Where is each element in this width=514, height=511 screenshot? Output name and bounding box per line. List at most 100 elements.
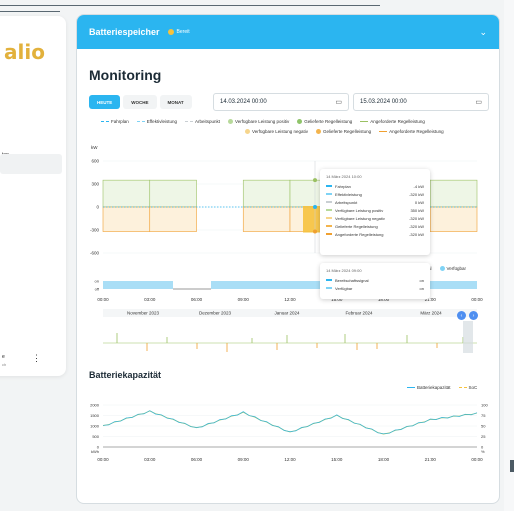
- legend-item[interactable]: Angeforderte Regelleistung: [360, 119, 425, 124]
- tooltip-label: Verfügbare Leistung negativ: [335, 215, 385, 221]
- tooltip-time: 14 März 2024 10:00: [326, 174, 362, 179]
- tooltip-value: -320 kW: [409, 191, 424, 197]
- legend-label: Angeforderte Regelleistung: [370, 119, 425, 124]
- x-tick-label: 21:00: [425, 457, 437, 462]
- tab-monat[interactable]: MONAT: [159, 95, 192, 109]
- status-tooltip: 14 März 2024 09:00 Bereitschaftssignal on…: [320, 263, 430, 299]
- calendar-icon[interactable]: ▭: [335, 98, 342, 106]
- y-tick-label: 2000: [90, 403, 100, 408]
- date-to-field[interactable]: 15.03.2024 00:00 ▭: [353, 93, 489, 111]
- page-title: Monitoring: [89, 67, 162, 83]
- tab-woche[interactable]: WOCHE: [123, 95, 157, 109]
- legend-swatch: [101, 121, 109, 122]
- y-tick-label: 600: [91, 159, 99, 164]
- navigator-month-label: Februar 2024: [345, 311, 373, 316]
- capacity-legend: Batteriekapazität SoC: [407, 385, 477, 390]
- tooltip-rows: Fahrplan -4 kW Effektivleistung -320 kW Arbe…: [326, 182, 424, 238]
- legend-swatch: [297, 119, 303, 124]
- area-negative: [429, 206, 478, 232]
- legend-swatch: [379, 130, 388, 133]
- tooltip-swatch: [326, 279, 332, 281]
- tooltip-row: Verfügbare Leistung positiv 350 kW: [326, 206, 424, 214]
- time-navigator[interactable]: November 2023 Dezember 2023 Januar 2024 Feb…: [77, 309, 500, 359]
- legend-item[interactable]: Gelieferte Regelleistung: [297, 119, 352, 124]
- capacity-content: 2000 1001500 751000 50500 250 0kWh %00:00 03:00…: [90, 403, 488, 463]
- tooltip-label: Effektivleistung: [335, 191, 362, 197]
- legend-item[interactable]: Verfügbare Leistung positiv: [227, 119, 290, 124]
- more-options-icon[interactable]: ⋮: [32, 354, 41, 363]
- legend-label: Fahrplan: [111, 119, 129, 124]
- navigator-month-label: Dezember 2023: [199, 311, 232, 316]
- tooltip-swatch: [326, 217, 332, 219]
- x-tick-label: 15:00: [331, 457, 343, 462]
- legend-label: Gelieferte Regelleistung: [323, 129, 372, 134]
- y-tick-label: off: [95, 287, 100, 292]
- y-tick-label: 1500: [90, 413, 100, 418]
- status-label: Bereit: [176, 29, 190, 35]
- legend-item[interactable]: SoC: [458, 385, 477, 390]
- legend-swatch: [439, 266, 445, 271]
- marker-point: [313, 205, 317, 209]
- legend-item[interactable]: Fahrplan: [101, 119, 129, 124]
- legend-swatch: [227, 119, 233, 124]
- main-panel: Batteriespeicher Bereit ⌄ Monitoring HEU…: [76, 14, 500, 504]
- y-tick-label: 300: [91, 182, 99, 187]
- tooltip-row: Fahrplan -4 kW: [326, 182, 424, 190]
- y-tick-label: 500: [92, 434, 99, 439]
- navigator-next-button[interactable]: ›: [469, 311, 478, 320]
- date-from-field[interactable]: 14.03.2024 00:00 ▭: [213, 93, 349, 111]
- y-tick-label: 0: [96, 205, 99, 210]
- status-dot-icon: [167, 29, 174, 35]
- navigator-prev-button[interactable]: ‹: [457, 311, 466, 320]
- y2-axis-label: %: [481, 449, 485, 454]
- chart-legend: Fahrplan Effektivleistung Arbeitspunkt V…: [101, 119, 425, 124]
- tooltip-label: Bereitschaftssignal: [335, 277, 369, 283]
- tooltip-swatch: [326, 233, 332, 235]
- x-tick-label: 06:00: [191, 457, 203, 462]
- tooltip-swatch: [326, 287, 332, 289]
- legend-label: Verfügbare Leistung positiv: [234, 119, 290, 124]
- y-axis-label: kWh: [91, 449, 99, 454]
- tooltip-row: Effektivleistung -320 kW: [326, 190, 424, 198]
- tooltip-time: 14 März 2024 09:00: [326, 268, 362, 273]
- legend-swatch: [360, 120, 369, 123]
- legend-item[interactable]: Verfügbare Leistung negativ: [245, 129, 308, 134]
- tooltip-value: 0 kW: [414, 199, 424, 205]
- tooltip-swatch: [326, 225, 332, 227]
- legend-label: Angeforderte Regelleistung: [389, 129, 444, 134]
- background-window: [504, 0, 514, 511]
- date-from-value: 14.03.2024 00:00: [220, 99, 267, 105]
- legend-item[interactable]: Batteriekapazität: [407, 385, 451, 390]
- panel-header[interactable]: Batteriespeicher Bereit ⌄: [77, 15, 499, 49]
- capacity-chart[interactable]: 2000 1001500 751000 50500 250 0kWh %00:00 03:00…: [77, 397, 500, 477]
- tooltip-row: Gelieferte Regelleistung -320 kW: [326, 222, 424, 230]
- sidebar: alio ten e ch ⋮: [0, 16, 66, 376]
- tooltip-value: 350 kW: [410, 207, 424, 213]
- legend-label: Verfügbar: [446, 266, 467, 271]
- legend-item[interactable]: Arbeitspunkt: [184, 119, 220, 124]
- navigator-content: November 2023 Dezember 2023 Januar 2024 Feb…: [103, 309, 477, 353]
- tab-heute[interactable]: HEUTE: [89, 95, 121, 109]
- tooltip-label: Gelieferte Regelleistung: [335, 223, 378, 229]
- tooltip-row: Bereitschaftssignal on: [326, 276, 424, 284]
- x-tick-label: 00:00: [471, 297, 483, 302]
- area-negative: [242, 206, 291, 232]
- legend-label: Effektivleistung: [146, 119, 177, 124]
- legend-item[interactable]: Gelieferte Regelleistung: [316, 129, 371, 134]
- legend-item[interactable]: Verfügbar: [439, 266, 467, 271]
- capacity-line: [102, 410, 478, 435]
- legend-item[interactable]: Effektivleistung: [136, 119, 177, 124]
- tooltip-label: Arbeitspunkt: [335, 199, 358, 205]
- tooltip-row: Verfügbare Leistung negativ -320 kW: [326, 214, 424, 222]
- navigator-month-label: November 2023: [127, 311, 160, 316]
- sidebar-item-selected[interactable]: [0, 154, 62, 174]
- calendar-icon[interactable]: ▭: [475, 98, 482, 106]
- tooltip-value: -320 kW: [409, 223, 424, 229]
- legend-item[interactable]: Angeforderte Regelleistung: [379, 129, 444, 134]
- chart-tooltip: 14 März 2024 10:00 Fahrplan -4 kW Effektiv…: [320, 169, 430, 255]
- area-positive: [242, 179, 291, 208]
- background-window-edge: [0, 5, 380, 6]
- chevron-down-icon[interactable]: ⌄: [479, 27, 487, 38]
- tooltip-swatch: [326, 209, 332, 211]
- legend-swatch: [407, 386, 415, 389]
